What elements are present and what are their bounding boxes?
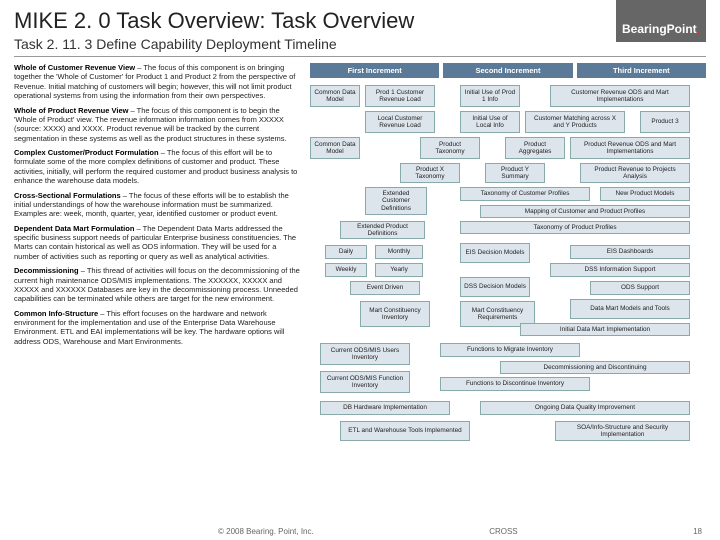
box: DSS Decision Models [460, 277, 530, 297]
slide-subtitle: Task 2. 11. 3 Define Capability Deployme… [14, 36, 706, 52]
box: Current ODS/MIS Users Inventory [320, 343, 410, 365]
box: Data Mart Models and Tools [570, 299, 690, 319]
box: Ongoing Data Quality Improvement [480, 401, 690, 415]
increment-3: Third Increment [577, 63, 706, 78]
box: Extended Customer Definitions [365, 187, 427, 215]
box: EIS Decision Models [460, 243, 530, 263]
box: Common Data Model [310, 85, 360, 107]
box: Decommissioning and Discontinuing [500, 361, 690, 374]
box: Weekly [325, 263, 367, 277]
box: Product Y Summary [485, 163, 545, 183]
timeline-diagram: First Increment Second Increment Third I… [310, 63, 706, 513]
box: Customer Revenue ODS and Mart Implementa… [550, 85, 690, 107]
para-decommissioning: Decommissioning – This thread of activit… [14, 266, 302, 304]
box: Prod 1 Customer Revenue Load [365, 85, 435, 107]
box: Extended Product Definitions [340, 221, 425, 239]
box: Product Revenue ODS and Mart Implementat… [570, 137, 690, 159]
box: Initial Use of Local Info [460, 111, 520, 133]
box: Taxonomy of Customer Profiles [460, 187, 590, 201]
box: Functions to Migrate Inventory [440, 343, 580, 357]
box: Initial Data Mart Implementation [520, 323, 690, 336]
para-complex: Complex Customer/Product Formulation – T… [14, 148, 302, 186]
box: Product Aggregates [505, 137, 565, 159]
box: New Product Models [600, 187, 690, 201]
box: ODS Support [590, 281, 690, 295]
box: Taxonomy of Product Profiles [460, 221, 690, 234]
box: Mart Constituency Inventory [360, 301, 430, 327]
slide-title: MIKE 2. 0 Task Overview: Task Overview [14, 8, 706, 34]
box: DSS Information Support [550, 263, 690, 277]
box: Product Taxonomy [420, 137, 480, 159]
increment-2: Second Increment [443, 63, 572, 78]
left-column: Whole of Customer Revenue View – The foc… [14, 63, 302, 513]
para-cross-sectional: Cross-Sectional Formulations – The focus… [14, 191, 302, 219]
box: ETL and Warehouse Tools Implemented [340, 421, 470, 441]
box: Product Revenue to Projects Analysis [580, 163, 690, 183]
footer-code: CROSS [489, 527, 517, 536]
box: Mapping of Customer and Product Profiles [480, 205, 690, 218]
box: Daily [325, 245, 367, 259]
box: Common Data Model [310, 137, 360, 159]
increment-1: First Increment [310, 63, 439, 78]
box: Local Customer Revenue Load [365, 111, 435, 133]
box: Current ODS/MIS Function Inventory [320, 371, 410, 393]
brand-logo: BearingPoint. [622, 8, 700, 50]
slide-footer: © 2008 Bearing. Point, Inc. CROSS 18 [0, 527, 720, 536]
box: Functions to Discontinue Inventory [440, 377, 590, 391]
box: DB Hardware Implementation [320, 401, 450, 415]
footer-page: 18 [693, 527, 702, 536]
box: SOA/Info-Structure and Security Implemen… [555, 421, 690, 441]
para-whole-customer: Whole of Customer Revenue View – The foc… [14, 63, 302, 101]
box: Yearly [375, 263, 423, 277]
para-whole-product: Whole of Product Revenue View – The focu… [14, 106, 302, 144]
slide-header: BearingPoint. MIKE 2. 0 Task Overview: T… [14, 8, 706, 57]
box: Monthly [375, 245, 423, 259]
para-dependent-mart: Dependent Data Mart Formulation – The De… [14, 224, 302, 262]
para-common-info: Common Info-Structure – This effort focu… [14, 309, 302, 347]
box: Product 3 [640, 111, 690, 133]
box: Customer Matching across X and Y Product… [525, 111, 625, 133]
box: Event Driven [350, 281, 420, 295]
box: EIS Dashboards [570, 245, 690, 259]
footer-copyright: © 2008 Bearing. Point, Inc. [218, 527, 314, 536]
box: Initial Use of Prod 1 Info [460, 85, 520, 107]
box: Product X Taxonomy [400, 163, 460, 183]
